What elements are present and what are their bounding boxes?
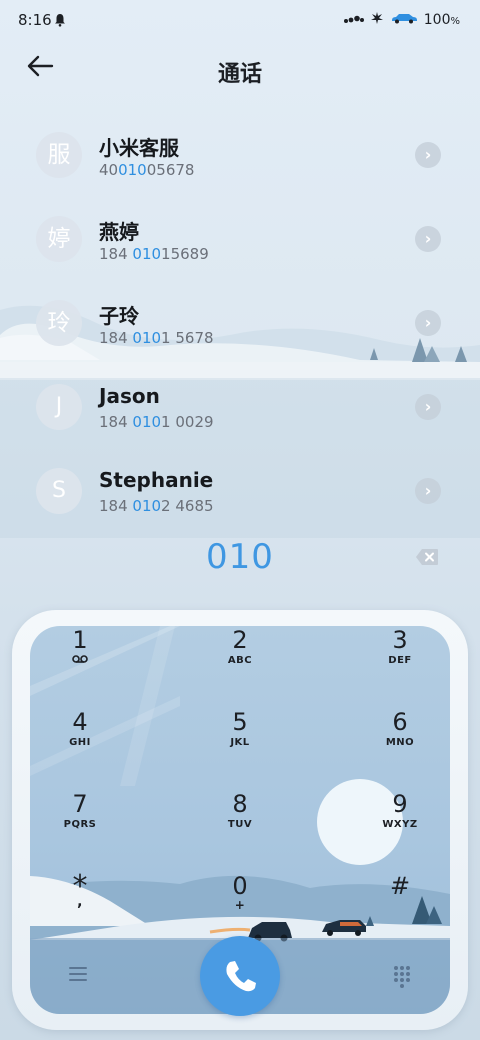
chevron-right-icon[interactable]: › bbox=[415, 310, 441, 336]
contact-number: 184 01015689 bbox=[99, 245, 209, 263]
dial-key-hash[interactable]: # bbox=[350, 872, 450, 942]
backspace-icon bbox=[416, 549, 438, 565]
signal-icon bbox=[343, 12, 364, 28]
contact-name: 燕婷 bbox=[99, 220, 139, 244]
contact-number: 184 0102 4685 bbox=[99, 497, 214, 515]
dial-key-4[interactable]: 4 GHI bbox=[30, 708, 130, 778]
dial-key-8[interactable]: 8 TUV bbox=[190, 790, 290, 860]
activity-icon bbox=[370, 11, 384, 29]
menu-button[interactable] bbox=[64, 962, 92, 990]
page-title: 通话 bbox=[217, 62, 262, 87]
car-icon bbox=[390, 12, 418, 28]
dial-key-7[interactable]: 7 PQRS bbox=[30, 790, 130, 860]
dial-key-1[interactable]: 1 bbox=[30, 626, 130, 696]
avatar: J bbox=[36, 384, 82, 430]
dial-key-star[interactable]: *, bbox=[30, 872, 130, 942]
dial-key-0[interactable]: 0 + bbox=[190, 872, 290, 942]
voicemail-icon bbox=[30, 655, 130, 666]
contact-number: 184 0101 5678 bbox=[99, 329, 214, 347]
avatar: 玲 bbox=[36, 300, 82, 346]
dial-key-2[interactable]: 2 ABC bbox=[190, 626, 290, 696]
call-button[interactable] bbox=[200, 936, 280, 1016]
chevron-right-icon[interactable]: › bbox=[415, 226, 441, 252]
dial-key-6[interactable]: 6 MNO bbox=[350, 708, 450, 778]
chevron-right-icon[interactable]: › bbox=[415, 394, 441, 420]
phone-icon bbox=[226, 961, 256, 992]
status-bar: 8:16 100% bbox=[0, 0, 480, 42]
contact-item[interactable]: 服 小米客服 4001005678 › bbox=[0, 112, 480, 196]
dialpad-toggle-button[interactable] bbox=[388, 962, 416, 990]
chevron-right-icon[interactable]: › bbox=[415, 142, 441, 168]
dial-key-3[interactable]: 3 DEF bbox=[350, 626, 450, 696]
dial-key-5[interactable]: 5 JKL bbox=[190, 708, 290, 778]
status-time: 8:16 bbox=[18, 11, 52, 29]
contact-name: Jason bbox=[99, 384, 160, 408]
backspace-button[interactable] bbox=[415, 548, 439, 566]
contact-item[interactable]: J Jason 184 0101 0029 › bbox=[0, 364, 480, 448]
dial-key-9[interactable]: 9 WXYZ bbox=[350, 790, 450, 860]
contact-number: 4001005678 bbox=[99, 161, 195, 179]
contact-item[interactable]: 婷 燕婷 184 01015689 › bbox=[0, 196, 480, 280]
chevron-right-icon[interactable]: › bbox=[415, 478, 441, 504]
battery-text: 100% bbox=[423, 12, 460, 28]
notification-bell-icon bbox=[54, 13, 66, 31]
contact-name: 小米客服 bbox=[99, 136, 179, 160]
contact-item[interactable]: 玲 子玲 184 0101 5678 › bbox=[0, 280, 480, 364]
status-indicators: 100% bbox=[343, 11, 460, 29]
avatar: S bbox=[36, 468, 82, 514]
menu-icon bbox=[69, 967, 87, 981]
dialpad-icon bbox=[394, 966, 410, 988]
contact-name: 子玲 bbox=[99, 304, 139, 328]
avatar: 婷 bbox=[36, 216, 82, 262]
dialed-number: 010 bbox=[206, 537, 274, 577]
contact-item[interactable]: S Stephanie 184 0102 4685 › bbox=[0, 448, 480, 532]
avatar: 服 bbox=[36, 132, 82, 178]
contact-number: 184 0101 0029 bbox=[99, 413, 214, 431]
contact-name: Stephanie bbox=[99, 468, 214, 492]
